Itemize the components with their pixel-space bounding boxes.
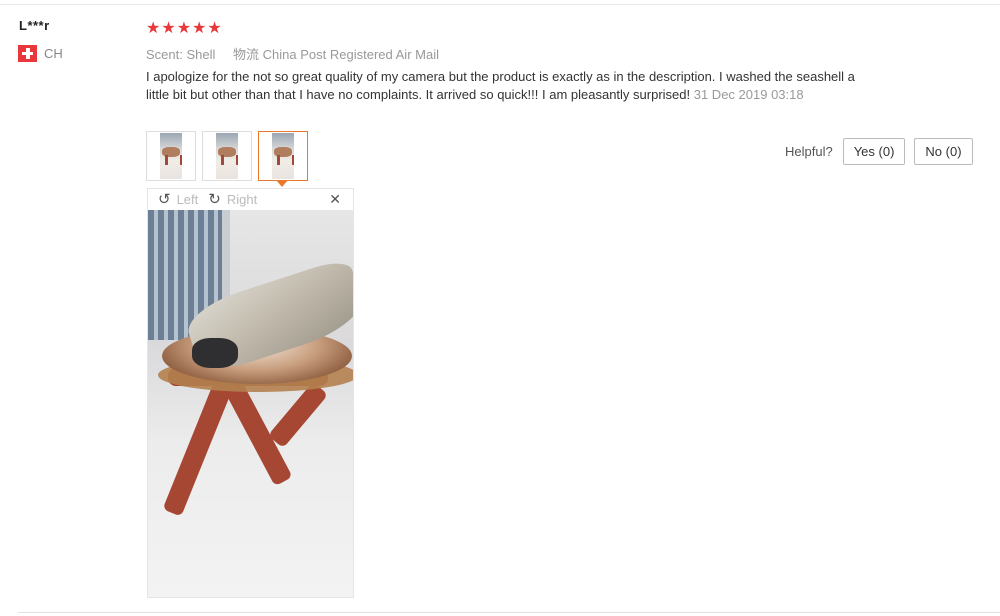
rotate-left-button[interactable]: ↺ Left xyxy=(158,190,198,208)
photo-thumbnail-selected[interactable] xyxy=(258,131,308,181)
review-body: I apologize for the not so great quality… xyxy=(146,68,866,104)
helpful-label: Helpful? xyxy=(785,144,833,159)
reviewer-name: L***r xyxy=(19,18,50,33)
sku-label: Scent: xyxy=(146,47,183,62)
shipping-label: 物流 xyxy=(233,47,260,62)
photo-thumbnails xyxy=(146,131,308,181)
rotate-right-label: Right xyxy=(226,191,258,207)
close-icon[interactable]: ✕ xyxy=(329,191,341,208)
photo-thumbnail[interactable] xyxy=(202,131,252,181)
country-code: CH xyxy=(44,46,63,61)
viewer-toolbar: ↺ Left ↻ Right ✕ xyxy=(148,189,353,209)
rotate-left-label: Left xyxy=(176,191,199,207)
rotate-right-icon: ↻ xyxy=(208,191,221,208)
thumbnail-image xyxy=(216,133,238,179)
photo-thumbnail[interactable] xyxy=(146,131,196,181)
helpful-no-button[interactable]: No (0) xyxy=(914,138,973,165)
order-meta: Scent: Shell 物流 China Post Registered Ai… xyxy=(146,44,453,63)
selected-thumbnail-caret xyxy=(276,180,288,187)
thumbnail-image xyxy=(272,133,294,179)
top-divider xyxy=(0,4,1000,5)
photo-viewer: ↺ Left ↻ Right ✕ xyxy=(147,188,354,598)
shipping-value: China Post Registered Air Mail xyxy=(262,47,439,62)
rotate-left-icon: ↺ xyxy=(158,191,171,208)
bottom-divider xyxy=(18,612,1000,613)
helpful-vote: Helpful? Yes (0) No (0) xyxy=(785,138,982,165)
review-photo xyxy=(148,210,353,597)
sku-value: Shell xyxy=(186,47,216,62)
helpful-yes-button[interactable]: Yes (0) xyxy=(842,138,906,165)
rating-stars: ★★★★★ xyxy=(146,20,223,37)
review-date: 31 Dec 2019 03:18 xyxy=(693,87,804,102)
thumbnail-image xyxy=(160,133,182,179)
reviewer-country: CH xyxy=(18,45,63,62)
rotate-right-button[interactable]: ↻ Right xyxy=(208,190,257,208)
photo-burnt-tip xyxy=(192,338,238,368)
swiss-flag-icon xyxy=(18,45,37,62)
